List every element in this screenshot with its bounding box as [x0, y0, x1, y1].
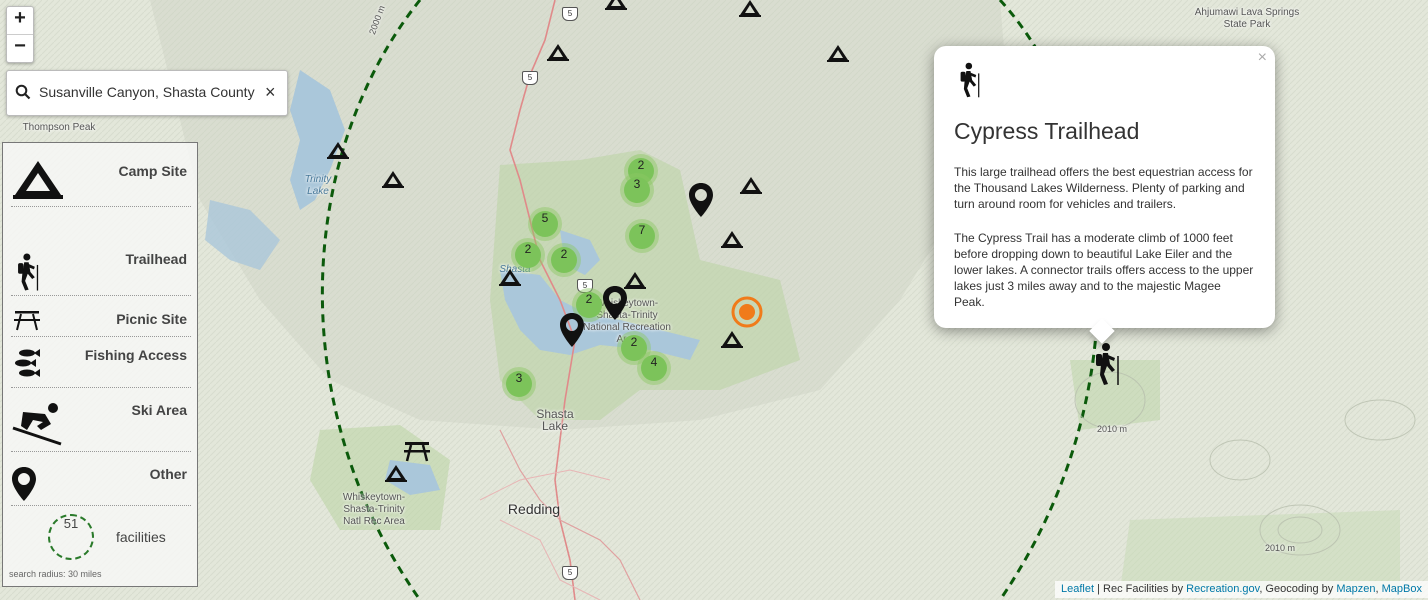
camp-site-icon[interactable] — [719, 228, 745, 250]
camp-site-icon[interactable] — [383, 462, 409, 484]
legend-label: Camp Site — [118, 163, 187, 179]
leaflet-link[interactable]: Leaflet — [1061, 583, 1094, 595]
hiker-icon — [960, 62, 980, 98]
camp-site-icon[interactable] — [737, 0, 763, 19]
lake-label-trinity: Trinity Lake — [304, 174, 332, 197]
legend-label: Other — [149, 466, 187, 482]
highway-shield: 5 — [522, 71, 538, 85]
map-pin-icon[interactable] — [602, 285, 628, 321]
camp-site-icon[interactable] — [545, 41, 571, 63]
mapzen-link[interactable]: Mapzen — [1336, 583, 1375, 595]
camp-site-icon[interactable] — [603, 0, 629, 12]
camp-site-icon[interactable] — [497, 266, 523, 288]
map-attribution: Leaflet | Rec Facilities by Recreation.g… — [1055, 581, 1428, 598]
facility-count-label: facilities — [116, 529, 166, 545]
mapbox-link[interactable]: MapBox — [1382, 583, 1422, 595]
camp-site-icon[interactable] — [738, 174, 764, 196]
picnic-table-icon — [14, 311, 40, 331]
search-location-marker[interactable] — [730, 295, 764, 329]
camp-site-icon[interactable] — [719, 328, 745, 350]
legend-label: Ski Area — [131, 402, 187, 418]
map-pin-icon[interactable] — [688, 182, 714, 218]
place-label-shasta-lake: Shasta Lake — [536, 407, 574, 433]
facility-cluster[interactable]: 5 — [528, 207, 562, 241]
clear-search-button[interactable]: × — [265, 82, 276, 102]
facility-legend: Camp Site Trailhead Picnic Site Fishing … — [2, 142, 198, 587]
camp-site-icon[interactable] — [380, 168, 406, 190]
zoom-control: + − — [6, 6, 34, 63]
facility-cluster[interactable]: 4 — [637, 351, 671, 385]
legend-item-picnic-site[interactable]: Picnic Site — [3, 296, 197, 337]
map-pin-icon — [12, 467, 36, 501]
legend-item-trailhead[interactable]: Trailhead — [3, 240, 197, 296]
attribution-text: | Rec Facilities by — [1094, 583, 1187, 595]
legend-item-ski-area[interactable]: Ski Area — [3, 388, 197, 452]
facility-cluster[interactable]: 7 — [625, 219, 659, 253]
facility-cluster[interactable]: 2 — [547, 243, 581, 277]
facility-cluster[interactable]: 3 — [620, 173, 654, 207]
contour-label-2010b: 2010 m — [1264, 543, 1296, 553]
picnic-table-icon[interactable] — [402, 439, 432, 463]
popup-close-button[interactable]: × — [1258, 49, 1267, 67]
search-input[interactable] — [39, 82, 261, 102]
skier-icon — [12, 403, 62, 446]
legend-item-fishing-access[interactable]: Fishing Access — [3, 337, 197, 388]
highway-shield: 5 — [562, 7, 578, 21]
zoom-in-button[interactable]: + — [7, 7, 33, 34]
popup-title: Cypress Trailhead — [954, 118, 1140, 144]
place-label-ahjumawi: Ahjumawi Lava Springs State Park — [1194, 7, 1300, 30]
legend-label: Fishing Access — [84, 347, 187, 363]
facility-popup: × Cypress Trailhead This large trailhead… — [934, 46, 1275, 344]
legend-item-other[interactable]: Other — [3, 452, 197, 506]
contour-label-2010: 2010 m — [1096, 424, 1128, 434]
legend-label: Trailhead — [125, 251, 187, 267]
popup-description: The Cypress Trail has a moderate climb o… — [954, 231, 1254, 309]
facility-count: 51 — [48, 514, 94, 560]
search-box: × — [6, 70, 288, 116]
hiker-icon[interactable] — [1088, 342, 1122, 386]
map-pin-icon[interactable] — [559, 312, 585, 348]
recreation-gov-link[interactable]: Recreation.gov — [1186, 583, 1259, 595]
facility-cluster[interactable]: 3 — [502, 367, 536, 401]
legend-label: Picnic Site — [116, 311, 187, 327]
camp-site-icon[interactable] — [825, 42, 851, 64]
camp-site-icon — [13, 161, 63, 199]
fish-icon — [15, 349, 40, 377]
legend-item-camp-site[interactable]: Camp Site — [3, 143, 197, 207]
hiker-icon — [18, 253, 39, 291]
highway-shield: 5 — [562, 566, 578, 580]
zoom-out-button[interactable]: − — [7, 34, 33, 62]
search-icon[interactable] — [15, 84, 31, 100]
place-label-whiskeytown-nra: Whiskeytown-Shasta-Trinity Natl Rec Area — [342, 492, 406, 527]
attribution-text: , Geocoding by — [1259, 583, 1337, 595]
popup-description: This large trailhead offers the best equ… — [954, 165, 1253, 211]
camp-site-icon[interactable] — [325, 139, 351, 161]
place-label-redding: Redding — [507, 501, 561, 517]
search-radius-text: search radius: 30 miles — [9, 569, 102, 579]
place-label-thompson-peak: Thompson Peak — [22, 122, 96, 133]
